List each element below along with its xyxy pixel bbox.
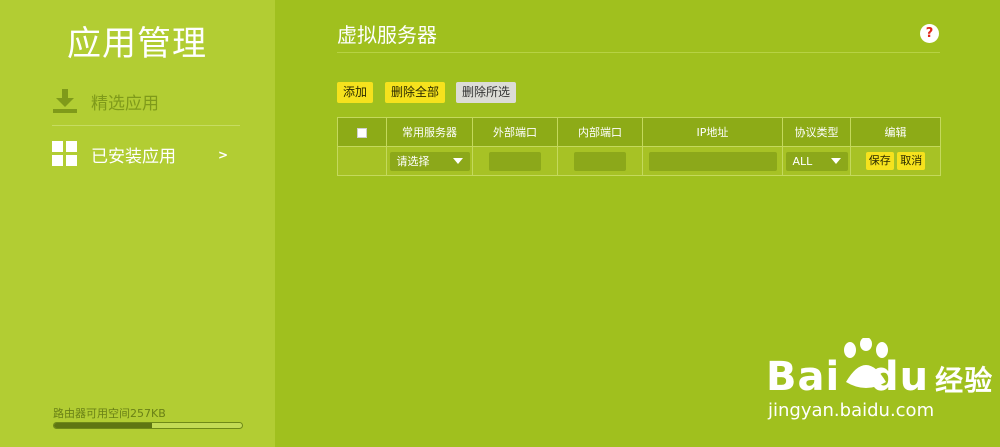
dropdown-arrow-icon bbox=[830, 158, 841, 164]
app-title: 应用管理 bbox=[67, 24, 207, 64]
page-title: 虚拟服务器 bbox=[337, 23, 437, 47]
chevron-right-icon: > bbox=[218, 148, 229, 162]
grid-icon bbox=[52, 141, 78, 167]
sidebar-item-label: 已安装应用 bbox=[91, 146, 176, 167]
delete-selected-button[interactable]: 删除所选 bbox=[456, 82, 517, 103]
external-port-input[interactable] bbox=[489, 151, 541, 171]
cancel-button[interactable]: 取消 bbox=[897, 152, 926, 170]
column-header: 常用服务器 bbox=[386, 117, 473, 147]
internal-port-input[interactable] bbox=[574, 151, 626, 171]
sidebar-divider bbox=[52, 125, 240, 126]
select-value: 请选择 bbox=[396, 155, 430, 168]
help-icon[interactable]: ? bbox=[920, 24, 939, 43]
common-server-select[interactable]: 请选择 bbox=[389, 151, 470, 171]
sidebar-item-label: 精选应用 bbox=[91, 93, 159, 114]
title-divider bbox=[337, 52, 940, 53]
external-port-cell bbox=[472, 146, 558, 176]
ip-address-input[interactable] bbox=[648, 151, 777, 171]
server-cell: 请选择 bbox=[386, 146, 473, 176]
table-row: 请选择 ALL 保存 取消 bbox=[337, 146, 941, 176]
protocol-select[interactable]: ALL bbox=[785, 151, 848, 171]
edit-cell: 保存 取消 bbox=[850, 146, 941, 176]
protocol-cell: ALL bbox=[782, 146, 851, 176]
virtual-server-table: 常用服务器 外部端口 内部端口 IP地址 协议类型 编辑 请选择 ALL 保存 … bbox=[337, 117, 941, 176]
storage-bar bbox=[53, 422, 243, 429]
internal-port-cell bbox=[557, 146, 643, 176]
row-checkbox-cell bbox=[337, 146, 387, 176]
jingyan-logo-text: 经验 bbox=[935, 364, 994, 397]
sidebar-item-installed-apps[interactable]: 已安装应用 bbox=[52, 141, 176, 167]
watermark-url: jingyan.baidu.com bbox=[768, 400, 935, 421]
table-header-row: 常用服务器 外部端口 内部端口 IP地址 协议类型 编辑 bbox=[337, 117, 941, 147]
delete-all-button[interactable]: 删除全部 bbox=[385, 82, 446, 103]
storage-bar-fill bbox=[54, 423, 152, 428]
column-header: 协议类型 bbox=[782, 117, 851, 147]
save-button[interactable]: 保存 bbox=[865, 152, 894, 170]
dropdown-arrow-icon bbox=[452, 158, 463, 164]
select-all-header bbox=[337, 117, 387, 147]
column-header: 编辑 bbox=[850, 117, 941, 147]
column-header: 内部端口 bbox=[557, 117, 643, 147]
select-all-checkbox[interactable] bbox=[357, 127, 367, 138]
baidu-logo-text: Bai du bbox=[766, 354, 930, 400]
select-value: ALL bbox=[792, 154, 813, 168]
sidebar: 应用管理 精选应用 已安装应用 > 路由器可用空间257KB bbox=[0, 0, 275, 447]
column-header: IP地址 bbox=[642, 117, 783, 147]
download-icon bbox=[52, 88, 78, 114]
ip-address-cell bbox=[642, 146, 783, 176]
sidebar-item-featured-apps[interactable]: 精选应用 bbox=[52, 88, 159, 114]
column-header: 外部端口 bbox=[472, 117, 558, 147]
storage-label: 路由器可用空间257KB bbox=[53, 407, 166, 420]
add-button[interactable]: 添加 bbox=[337, 82, 374, 103]
